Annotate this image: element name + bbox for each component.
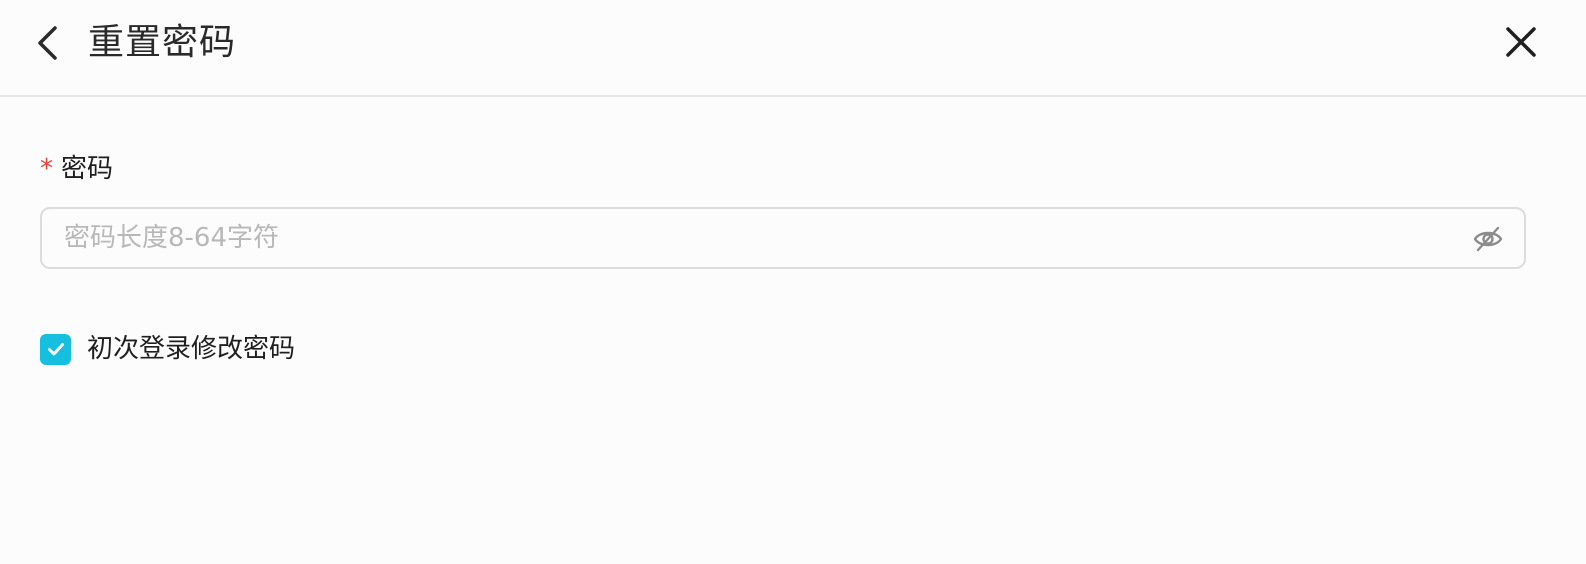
chevron-left-icon (38, 26, 57, 60)
page-title: 重置密码 (88, 22, 237, 63)
required-mark: * (40, 154, 53, 184)
back-button[interactable] (30, 22, 70, 64)
dialog-header: 重置密码 (0, 0, 1586, 97)
first-login-change-label: 初次登录修改密码 (87, 334, 296, 364)
password-label-text: 密码 (61, 154, 114, 184)
password-input[interactable] (64, 209, 1444, 267)
password-label: * 密码 (40, 150, 113, 188)
checkmark-icon (47, 343, 64, 356)
close-button[interactable] (1500, 21, 1542, 63)
close-icon (1506, 27, 1536, 57)
first-login-change-checkbox[interactable] (40, 333, 71, 365)
eye-off-icon (1473, 226, 1503, 252)
password-visibility-toggle[interactable] (1472, 223, 1504, 255)
first-login-change-option[interactable]: 初次登录修改密码 (40, 332, 295, 366)
password-field[interactable] (40, 207, 1526, 269)
